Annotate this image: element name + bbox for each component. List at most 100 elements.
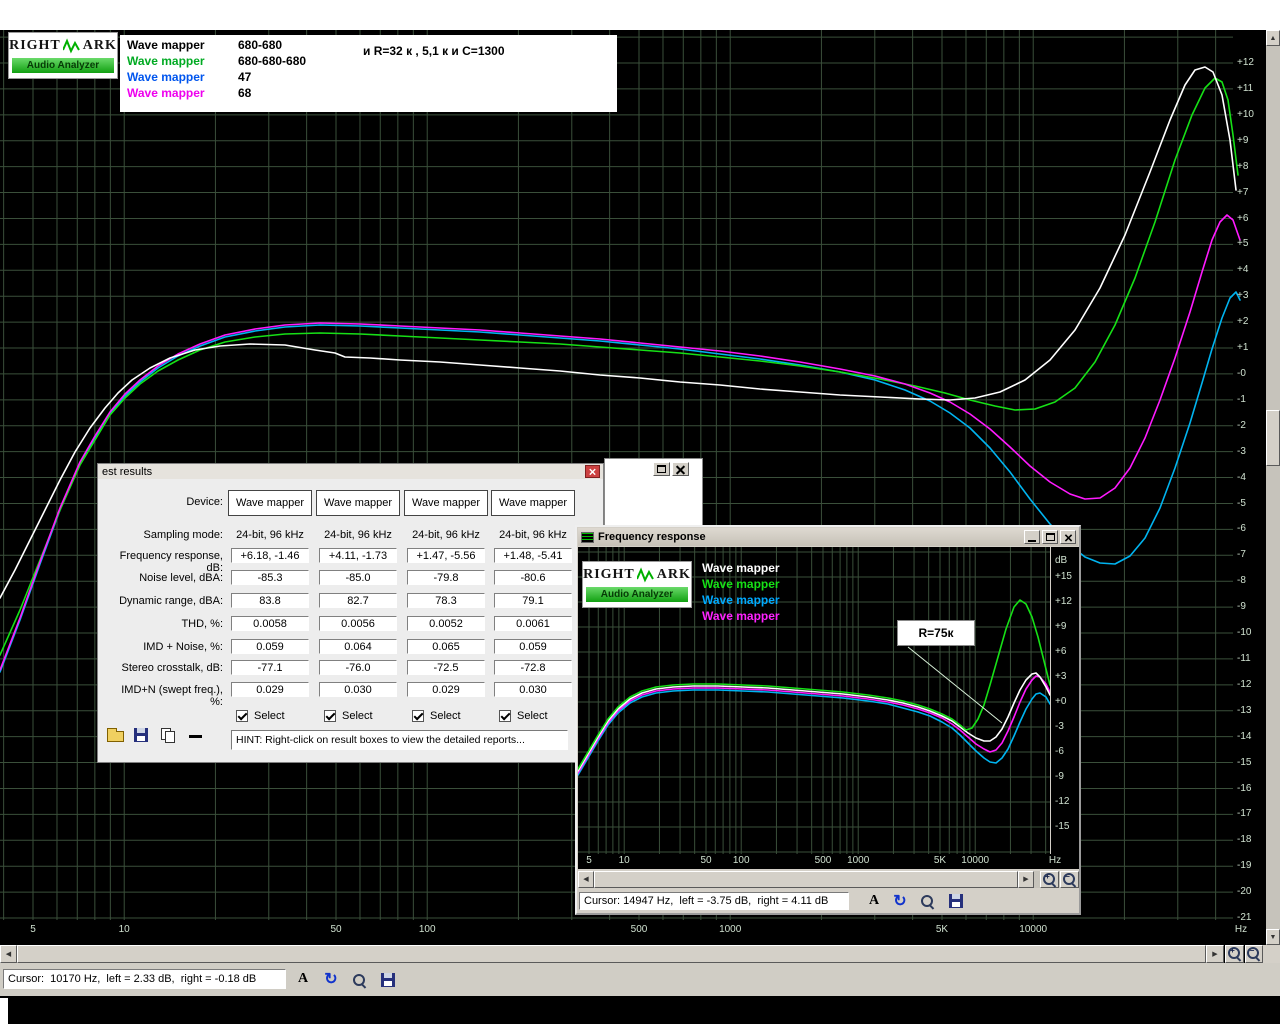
result-value[interactable]: 0.059 [231,639,309,654]
scrollbar-thumb[interactable] [1266,410,1280,466]
scrollbar-thumb[interactable] [17,945,1206,963]
result-value[interactable]: 79.1 [494,593,572,608]
minimize-button[interactable] [1024,530,1040,544]
save-results-button[interactable] [130,725,152,745]
refresh-button[interactable] [319,968,343,990]
refresh-button[interactable] [888,890,912,912]
result-value[interactable]: -72.8 [494,660,572,675]
scroll-right-button[interactable] [1206,945,1224,963]
result-value[interactable]: 78.3 [407,593,485,608]
y-tick-label: +8 [1237,160,1249,172]
logo-subtitle: Audio Analyzer [12,58,114,73]
result-value[interactable]: 82.7 [319,593,397,608]
result-value[interactable]: 0.030 [494,682,572,697]
result-value[interactable]: 0.030 [319,682,397,697]
result-value[interactable]: 83.8 [231,593,309,608]
y-tick-label: -15 [1055,821,1070,832]
close-button[interactable] [672,462,689,476]
hint-text: HINT: Right-click on result boxes to vie… [236,734,525,746]
y-tick-label: +15 [1055,571,1072,582]
zoom-in-button[interactable] [1040,871,1059,888]
open-results-button[interactable] [104,726,126,746]
autoscale-button[interactable]: A [864,891,884,911]
scroll-down-button[interactable] [1266,929,1280,945]
result-value[interactable]: 0.0061 [494,616,572,631]
device-column-header[interactable]: Wave mapper [228,490,312,516]
select-checkbox[interactable] [499,710,511,722]
result-value[interactable]: -85.0 [319,570,397,585]
result-row-label: IMD+N (swept freq.), %: [121,684,223,708]
copy-results-button[interactable] [156,725,180,745]
curve-green [577,599,1051,770]
result-value[interactable]: -77.1 [231,660,309,675]
zoom-tool-button[interactable] [350,972,370,990]
result-value[interactable]: +1.47, -5.56 [407,548,485,563]
result-value[interactable]: -80.6 [494,570,572,585]
result-value[interactable]: -85.3 [231,570,309,585]
maximize-button[interactable] [1042,530,1058,544]
select-checkbox[interactable] [236,710,248,722]
legend-series-name: Wave mapper [127,38,205,52]
autoscale-button[interactable]: A [293,969,313,989]
zoom-in-button[interactable] [1225,945,1244,963]
test-results-titlebar[interactable]: est results [98,464,603,479]
collapse-button[interactable] [184,726,206,746]
logo-wordmark: RIGHT ARK [583,562,691,587]
arrow-down-icon [1270,934,1277,941]
curve-cyan [577,689,1051,776]
frequency-response-titlebar[interactable]: Frequency response [578,528,1078,546]
x-tick-label: 10 [618,855,630,866]
fr-status-row: Cursor: 14947 Hz, left = -3.75 dB, right… [578,890,1079,913]
y-tick-label: -4 [1237,471,1246,483]
result-value[interactable]: -76.0 [319,660,397,675]
scroll-left-button[interactable] [0,945,17,963]
maximize-icon [657,465,666,473]
main-h-scrollbar[interactable] [0,945,1224,963]
arrow-left-icon [6,951,11,958]
select-checkbox[interactable] [412,710,424,722]
result-value[interactable]: 0.0052 [407,616,485,631]
device-column-header[interactable]: Wave mapper [404,490,488,516]
result-value[interactable]: +6.18, -1.46 [231,548,309,563]
result-value[interactable]: -72.5 [407,660,485,675]
y-tick-label: -17 [1237,808,1252,820]
scroll-up-button[interactable] [1266,30,1280,46]
device-column-header[interactable]: Wave mapper [316,490,400,516]
legend-series-name: Wave mapper [702,593,780,607]
zoom-tool-button[interactable] [918,893,938,911]
legend-row: Wave mapper 47 [120,70,617,86]
result-value[interactable]: 0.065 [407,639,485,654]
save-image-button[interactable] [946,892,966,910]
close-button[interactable] [1060,530,1076,544]
result-value[interactable]: +4.11, -1.73 [319,548,397,563]
zoom-out-button[interactable] [1060,871,1079,888]
x-tick-label: 100 [418,924,436,935]
result-value[interactable]: +1.48, -5.41 [494,548,572,563]
close-button[interactable] [585,465,600,478]
result-value[interactable]: 0.029 [231,682,309,697]
main-v-scrollbar[interactable] [1266,30,1280,945]
scroll-left-button[interactable] [578,871,594,888]
x-tick-label: 500 [630,924,648,935]
scroll-right-button[interactable] [1018,871,1034,888]
select-checkbox[interactable] [324,710,336,722]
x-tick-label: 50 [330,924,342,935]
fr-h-scrollbar[interactable] [578,871,1079,888]
result-value[interactable]: 0.029 [407,682,485,697]
save-image-button[interactable] [378,971,398,989]
background-window-fragment [604,458,703,530]
arrow-left-icon [583,876,588,883]
device-column-header[interactable]: Wave mapper [491,490,575,516]
sampling-mode-value: 24-bit, 96 kHz [412,528,480,541]
scrollbar-thumb[interactable] [594,871,1018,888]
maximize-button[interactable] [653,462,670,476]
window-title: est results [102,465,153,478]
result-value[interactable]: 0.0056 [319,616,397,631]
legend-series-name: Wave mapper [702,577,780,591]
zoom-out-button[interactable] [1245,945,1263,963]
result-value[interactable]: 0.059 [494,639,572,654]
result-value[interactable]: 0.064 [319,639,397,654]
result-value[interactable]: -79.8 [407,570,485,585]
result-value[interactable]: 0.0058 [231,616,309,631]
legend-series-value: 680-680 [238,38,283,52]
